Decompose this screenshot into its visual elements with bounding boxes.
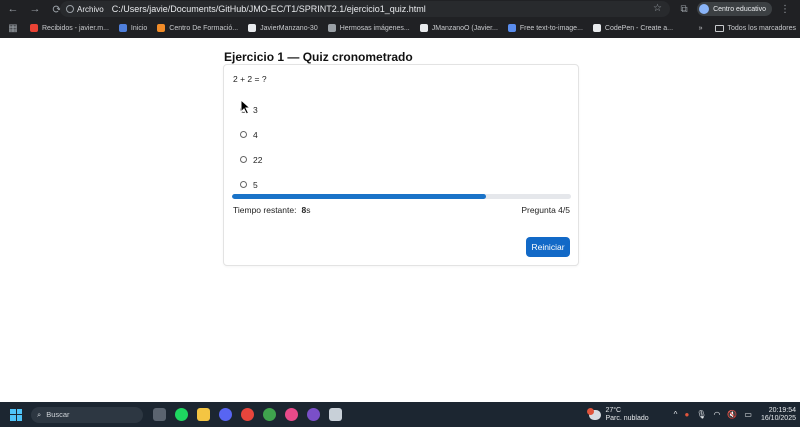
volume-muted-icon[interactable]: 🔇	[727, 410, 737, 419]
bookmarks-bar: ▦ Recibidos - javier.m... Inicio Centro De…	[0, 19, 800, 37]
radio-button[interactable]	[240, 156, 247, 163]
bookmark-item[interactable]: Inicio	[118, 24, 148, 32]
search-placeholder: Buscar	[46, 410, 70, 419]
task-view-icon[interactable]	[153, 408, 166, 421]
answer-option-label: 5	[253, 179, 258, 190]
site-info-chip[interactable]: Archivo	[66, 5, 112, 14]
chrome-profile-icon[interactable]	[263, 408, 276, 421]
weather-temp: 27°C	[605, 406, 622, 414]
bookmark-item[interactable]: JManzanoO (Javier...	[419, 24, 498, 32]
bookmark-star-icon[interactable]: ☆	[653, 3, 662, 14]
address-bar[interactable]: Archivo C:/Users/javie/Documents/GitHub/…	[60, 1, 670, 17]
bookmark-label: Recibidos - javier.m...	[42, 24, 109, 32]
snipping-tool-icon[interactable]	[329, 408, 342, 421]
clock-time: 20:19:54	[768, 406, 796, 414]
bookmark-favicon-icon	[327, 24, 336, 32]
all-bookmarks-button[interactable]: Todos los marcadores	[714, 24, 796, 32]
more-bookmarks-button[interactable]: »	[699, 25, 703, 32]
radio-button[interactable]	[240, 181, 247, 188]
question-text: 2 + 2 = ?	[233, 74, 267, 84]
question-counter: Pregunta 4/5	[521, 205, 570, 215]
taskbar-search[interactable]: ⌕ Buscar	[31, 406, 143, 423]
clock[interactable]: 20:19:54 16/10/2025	[761, 407, 796, 423]
profile-label: Centro educativo	[713, 5, 766, 13]
menu-dots-icon[interactable]: ⋮	[778, 4, 792, 15]
timer: Tiempo restante: 8s	[233, 205, 310, 215]
answer-option-label: 3	[253, 104, 258, 115]
bookmark-favicon-icon	[507, 24, 516, 32]
microphone-icon[interactable]: 🎙	[696, 410, 706, 419]
answer-option-label: 22	[253, 154, 263, 165]
timer-unit: s	[306, 205, 311, 215]
battery-icon[interactable]: ▭	[744, 410, 752, 419]
bookmark-favicon-icon	[157, 24, 166, 32]
page-title: Ejercicio 1 — Quiz cronometrado	[224, 50, 413, 64]
bookmark-label: JManzanoO (Javier...	[431, 24, 498, 32]
folder-icon	[714, 24, 724, 32]
all-bookmarks-label: Todos los marcadores	[727, 24, 796, 32]
bookmark-label: JavierManzano-30	[260, 24, 318, 32]
bookmark-label: Free text-to-image...	[519, 24, 583, 32]
bookmark-label: Centro De Formació...	[169, 24, 239, 32]
weather-widget[interactable]: 27°C Parc. nublado	[587, 406, 649, 423]
clock-date: 16/10/2025	[760, 414, 796, 422]
weather-desc: Parc. nublado	[605, 414, 649, 422]
chrome-icon[interactable]	[241, 408, 254, 421]
system-tray: 27°C Parc. nublado ^ ● 🎙 ◠ 🔇 ▭ 20:19:54 …	[587, 402, 796, 427]
forward-arrow-icon: →	[29, 3, 41, 15]
quiz-card: 2 + 2 = ? 3 4 22 5 Tiempo restante: 8s Pregu…	[223, 64, 579, 266]
info-icon	[66, 5, 74, 13]
bookmark-list: Recibidos - javier.m... Inicio Centro De F…	[30, 24, 673, 32]
bookmark-favicon-icon	[118, 24, 127, 32]
back-arrow-icon: ←	[7, 3, 19, 15]
bookmark-favicon-icon	[592, 24, 601, 32]
apps-grid-icon[interactable]: ▦	[6, 23, 20, 34]
restart-button[interactable]: Reiniciar	[526, 237, 570, 257]
bookmark-label: Inicio	[130, 24, 148, 32]
answer-option[interactable]: 22	[240, 147, 262, 172]
bookmark-item[interactable]: JavierManzano-30	[248, 24, 318, 32]
spotify-icon[interactable]	[175, 408, 188, 421]
wifi-icon[interactable]: ◠	[713, 410, 720, 419]
bookmark-favicon-icon	[419, 24, 428, 32]
chevron-up-icon[interactable]: ^	[674, 410, 678, 419]
progress-fill	[232, 194, 487, 199]
pinned-apps	[153, 408, 342, 421]
bookmark-item[interactable]: CodePen - Create a...	[592, 24, 674, 32]
toolbar: ← → ⟳ Archivo C:/Users/javie/Documents/G…	[0, 0, 800, 18]
taskbar: ⌕ Buscar 27°C Parc. nublado ^ ● 🎙 ◠ 🔇 ▭ …	[0, 402, 800, 427]
answer-option-label: 4	[253, 129, 258, 140]
chrome-alt-icon[interactable]	[285, 408, 298, 421]
discord-icon[interactable]	[219, 408, 232, 421]
bookmark-label: CodePen - Create a...	[604, 24, 674, 32]
app-tray-icon[interactable]: ●	[684, 410, 689, 419]
bookmark-favicon-icon	[248, 24, 257, 32]
progress-bar	[232, 194, 571, 199]
profile-button[interactable]: Centro educativo	[697, 2, 772, 16]
bookmark-item[interactable]: Free text-to-image...	[507, 24, 583, 32]
radio-button[interactable]	[240, 131, 247, 138]
github-desktop-icon[interactable]	[307, 408, 320, 421]
bookmark-favicon-icon	[30, 24, 38, 32]
file-explorer-icon[interactable]	[197, 408, 210, 421]
site-info-label: Archivo	[77, 4, 104, 14]
url-text[interactable]: C:/Users/javie/Documents/GitHub/JMO-EC/T…	[112, 4, 426, 14]
weather-cloud-icon	[587, 407, 602, 420]
bookmark-label: Hermosas imágenes...	[339, 24, 410, 32]
bookmark-item[interactable]: Hermosas imágenes...	[327, 24, 410, 32]
back-button[interactable]: ←	[4, 0, 22, 18]
timer-label: Tiempo restante:	[233, 205, 297, 215]
windows-start-icon[interactable]	[10, 408, 22, 421]
mouse-cursor-icon	[240, 99, 252, 115]
forward-button[interactable]: →	[26, 0, 44, 18]
extensions-icon[interactable]: ⧉	[677, 4, 691, 15]
bookmark-item[interactable]: Centro De Formació...	[157, 24, 238, 32]
answer-option[interactable]: 4	[240, 122, 262, 147]
search-icon: ⌕	[37, 409, 42, 419]
browser-chrome: ← → ⟳ Archivo C:/Users/javie/Documents/G…	[0, 0, 800, 38]
avatar	[699, 4, 710, 14]
bookmark-item[interactable]: Recibidos - javier.m...	[30, 24, 109, 32]
